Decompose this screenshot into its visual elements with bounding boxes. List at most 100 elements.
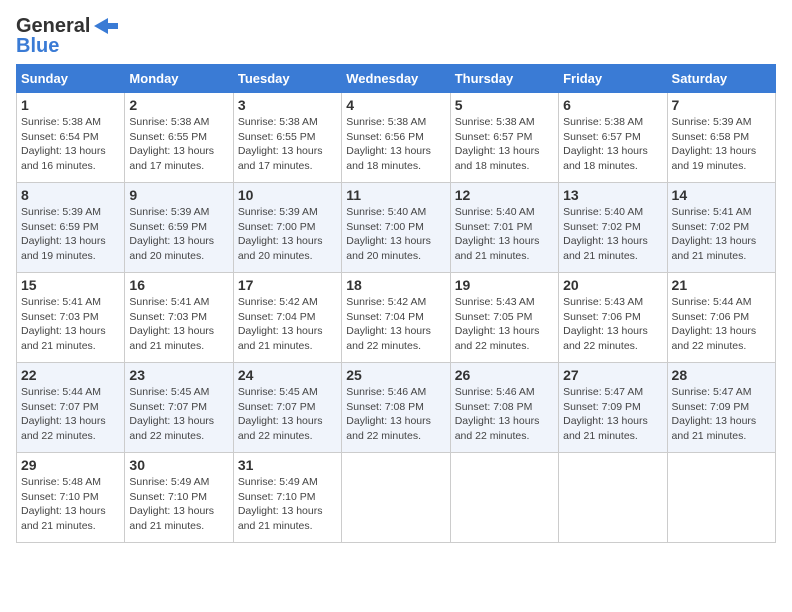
- day-info: Sunrise: 5:40 AM Sunset: 7:02 PM Dayligh…: [563, 205, 662, 264]
- day-info: Sunrise: 5:41 AM Sunset: 7:03 PM Dayligh…: [129, 295, 228, 354]
- calendar-day-cell: 31Sunrise: 5:49 AM Sunset: 7:10 PM Dayli…: [233, 453, 341, 543]
- day-info: Sunrise: 5:42 AM Sunset: 7:04 PM Dayligh…: [238, 295, 337, 354]
- empty-cell: [559, 453, 667, 543]
- logo-icon: [94, 18, 118, 34]
- calendar-day-cell: 3 Sunrise: 5:38 AM Sunset: 6:55 PM Daylig…: [233, 93, 341, 183]
- header-sunday: Sunday: [17, 65, 125, 93]
- calendar-day-cell: 26Sunrise: 5:46 AM Sunset: 7:08 PM Dayli…: [450, 363, 558, 453]
- day-number: 20: [563, 277, 662, 293]
- day-info: Sunrise: 5:47 AM Sunset: 7:09 PM Dayligh…: [563, 385, 662, 444]
- day-info: Sunrise: 5:39 AM Sunset: 7:00 PM Dayligh…: [238, 205, 337, 264]
- day-number: 17: [238, 277, 337, 293]
- day-number: 7: [672, 97, 771, 113]
- day-number: 6: [563, 97, 662, 113]
- calendar-day-cell: 24 Sunrise: 5:45 AM Sunset: 7:07 PM Dayli…: [233, 363, 341, 453]
- calendar-day-cell: 13 Sunrise: 5:40 AM Sunset: 7:02 PM Dayli…: [559, 183, 667, 273]
- day-info: Sunrise: 5:46 AM Sunset: 7:08 PM Dayligh…: [346, 385, 445, 444]
- calendar-day-cell: 7 Sunrise: 5:39 AM Sunset: 6:58 PM Daylig…: [667, 93, 775, 183]
- calendar-day-cell: 2Sunrise: 5:38 AM Sunset: 6:55 PM Daylig…: [125, 93, 233, 183]
- day-number: 18: [346, 277, 445, 293]
- day-number: 3: [238, 97, 337, 113]
- header-friday: Friday: [559, 65, 667, 93]
- calendar-day-cell: 11 Sunrise: 5:40 AM Sunset: 7:00 PM Dayli…: [342, 183, 450, 273]
- calendar-day-cell: 6 Sunrise: 5:38 AM Sunset: 6:57 PM Daylig…: [559, 93, 667, 183]
- day-info: Sunrise: 5:39 AM Sunset: 6:59 PM Dayligh…: [129, 205, 228, 264]
- calendar-day-cell: 18 Sunrise: 5:42 AM Sunset: 7:04 PM Dayli…: [342, 273, 450, 363]
- calendar-day-cell: 12Sunrise: 5:40 AM Sunset: 7:01 PM Dayli…: [450, 183, 558, 273]
- day-number: 24: [238, 367, 337, 383]
- day-number: 13: [563, 187, 662, 203]
- header-tuesday: Tuesday: [233, 65, 341, 93]
- day-number: 29: [21, 457, 120, 473]
- calendar-week-row: 15 Sunrise: 5:41 AM Sunset: 7:03 PM Dayli…: [17, 273, 776, 363]
- day-info: Sunrise: 5:42 AM Sunset: 7:04 PM Dayligh…: [346, 295, 445, 354]
- calendar-day-cell: 21Sunrise: 5:44 AM Sunset: 7:06 PM Dayli…: [667, 273, 775, 363]
- day-info: Sunrise: 5:38 AM Sunset: 6:55 PM Dayligh…: [238, 115, 337, 174]
- day-info: Sunrise: 5:39 AM Sunset: 6:59 PM Dayligh…: [21, 205, 120, 264]
- header: General Blue: [16, 16, 776, 56]
- day-info: Sunrise: 5:47 AM Sunset: 7:09 PM Dayligh…: [672, 385, 771, 444]
- day-number: 1: [21, 97, 120, 113]
- day-number: 30: [129, 457, 228, 473]
- day-number: 15: [21, 277, 120, 293]
- calendar-header-row: SundayMondayTuesdayWednesdayThursdayFrid…: [17, 65, 776, 93]
- calendar-day-cell: 28Sunrise: 5:47 AM Sunset: 7:09 PM Dayli…: [667, 363, 775, 453]
- calendar-day-cell: 16Sunrise: 5:41 AM Sunset: 7:03 PM Dayli…: [125, 273, 233, 363]
- empty-cell: [667, 453, 775, 543]
- calendar-day-cell: 17 Sunrise: 5:42 AM Sunset: 7:04 PM Dayli…: [233, 273, 341, 363]
- day-info: Sunrise: 5:49 AM Sunset: 7:10 PM Dayligh…: [238, 475, 337, 534]
- calendar-day-cell: 27 Sunrise: 5:47 AM Sunset: 7:09 PM Dayli…: [559, 363, 667, 453]
- day-info: Sunrise: 5:38 AM Sunset: 6:57 PM Dayligh…: [563, 115, 662, 174]
- day-info: Sunrise: 5:45 AM Sunset: 7:07 PM Dayligh…: [238, 385, 337, 444]
- day-number: 27: [563, 367, 662, 383]
- day-info: Sunrise: 5:39 AM Sunset: 6:58 PM Dayligh…: [672, 115, 771, 174]
- logo-general: General: [16, 16, 90, 36]
- calendar-day-cell: 10 Sunrise: 5:39 AM Sunset: 7:00 PM Dayli…: [233, 183, 341, 273]
- day-info: Sunrise: 5:48 AM Sunset: 7:10 PM Dayligh…: [21, 475, 120, 534]
- header-monday: Monday: [125, 65, 233, 93]
- day-number: 9: [129, 187, 228, 203]
- calendar-day-cell: 19Sunrise: 5:43 AM Sunset: 7:05 PM Dayli…: [450, 273, 558, 363]
- calendar-day-cell: 1Sunrise: 5:38 AM Sunset: 6:54 PM Daylig…: [17, 93, 125, 183]
- day-info: Sunrise: 5:43 AM Sunset: 7:06 PM Dayligh…: [563, 295, 662, 354]
- logo: General Blue: [16, 16, 118, 56]
- day-info: Sunrise: 5:44 AM Sunset: 7:07 PM Dayligh…: [21, 385, 120, 444]
- day-info: Sunrise: 5:41 AM Sunset: 7:03 PM Dayligh…: [21, 295, 120, 354]
- calendar-week-row: 1Sunrise: 5:38 AM Sunset: 6:54 PM Daylig…: [17, 93, 776, 183]
- day-info: Sunrise: 5:38 AM Sunset: 6:57 PM Dayligh…: [455, 115, 554, 174]
- day-number: 8: [21, 187, 120, 203]
- empty-cell: [450, 453, 558, 543]
- day-number: 5: [455, 97, 554, 113]
- calendar-day-cell: 9 Sunrise: 5:39 AM Sunset: 6:59 PM Daylig…: [125, 183, 233, 273]
- calendar-day-cell: 8 Sunrise: 5:39 AM Sunset: 6:59 PM Daylig…: [17, 183, 125, 273]
- calendar-day-cell: 30Sunrise: 5:49 AM Sunset: 7:10 PM Dayli…: [125, 453, 233, 543]
- calendar-day-cell: 23 Sunrise: 5:45 AM Sunset: 7:07 PM Dayli…: [125, 363, 233, 453]
- calendar-week-row: 22 Sunrise: 5:44 AM Sunset: 7:07 PM Dayli…: [17, 363, 776, 453]
- day-number: 10: [238, 187, 337, 203]
- day-number: 14: [672, 187, 771, 203]
- day-number: 21: [672, 277, 771, 293]
- day-info: Sunrise: 5:45 AM Sunset: 7:07 PM Dayligh…: [129, 385, 228, 444]
- day-number: 11: [346, 187, 445, 203]
- calendar-day-cell: 29 Sunrise: 5:48 AM Sunset: 7:10 PM Dayli…: [17, 453, 125, 543]
- calendar-day-cell: 25 Sunrise: 5:46 AM Sunset: 7:08 PM Dayli…: [342, 363, 450, 453]
- day-number: 19: [455, 277, 554, 293]
- calendar-week-row: 29 Sunrise: 5:48 AM Sunset: 7:10 PM Dayli…: [17, 453, 776, 543]
- day-info: Sunrise: 5:38 AM Sunset: 6:56 PM Dayligh…: [346, 115, 445, 174]
- calendar-day-cell: 14Sunrise: 5:41 AM Sunset: 7:02 PM Dayli…: [667, 183, 775, 273]
- calendar-week-row: 8 Sunrise: 5:39 AM Sunset: 6:59 PM Daylig…: [17, 183, 776, 273]
- day-number: 26: [455, 367, 554, 383]
- day-number: 25: [346, 367, 445, 383]
- header-thursday: Thursday: [450, 65, 558, 93]
- day-number: 23: [129, 367, 228, 383]
- calendar-day-cell: 20 Sunrise: 5:43 AM Sunset: 7:06 PM Dayli…: [559, 273, 667, 363]
- day-info: Sunrise: 5:40 AM Sunset: 7:00 PM Dayligh…: [346, 205, 445, 264]
- logo-blue: Blue: [16, 36, 59, 56]
- day-number: 12: [455, 187, 554, 203]
- calendar-day-cell: 22 Sunrise: 5:44 AM Sunset: 7:07 PM Dayli…: [17, 363, 125, 453]
- calendar-day-cell: 4Sunrise: 5:38 AM Sunset: 6:56 PM Daylig…: [342, 93, 450, 183]
- header-wednesday: Wednesday: [342, 65, 450, 93]
- day-info: Sunrise: 5:38 AM Sunset: 6:55 PM Dayligh…: [129, 115, 228, 174]
- day-number: 22: [21, 367, 120, 383]
- calendar-day-cell: 5 Sunrise: 5:38 AM Sunset: 6:57 PM Daylig…: [450, 93, 558, 183]
